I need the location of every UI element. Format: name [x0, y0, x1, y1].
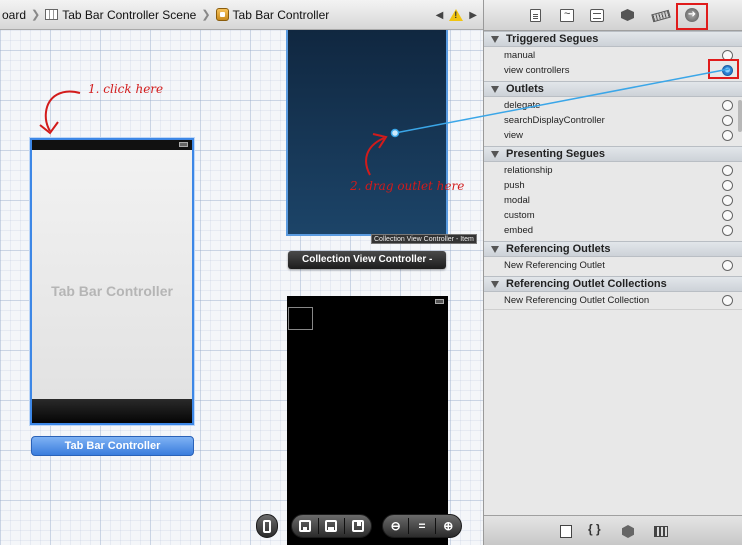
tab-bar-controller-placeholder-title: Tab Bar Controller: [51, 283, 173, 299]
annotation-drag-outlet-here: 2. drag outlet here: [350, 179, 465, 193]
library-selector-bar: { }: [484, 515, 742, 545]
object-library-icon[interactable]: [622, 525, 634, 538]
align-left-button[interactable]: [296, 518, 314, 534]
collection-view-controller-scene-label[interactable]: Collection View Controller -: [288, 251, 446, 269]
collection-view-controller-scene[interactable]: [286, 28, 448, 236]
segue-row-push: push: [484, 178, 742, 193]
section-triggered-segues[interactable]: Triggered Segues: [484, 31, 742, 47]
zoom-in-button[interactable]: ⊕: [439, 518, 457, 534]
segue-row-relationship: relationship: [484, 163, 742, 178]
identity-inspector-icon[interactable]: [590, 9, 604, 22]
connection-circle[interactable]: [722, 165, 733, 176]
iphone-icon: [263, 519, 271, 533]
zoom-controls: ⊖ = ⊕: [382, 514, 462, 538]
connection-circle[interactable]: [722, 115, 733, 126]
align-center-icon: [325, 520, 338, 532]
media-library-icon[interactable]: [654, 526, 668, 537]
inspector-scrollbar[interactable]: [738, 100, 742, 132]
separator: [434, 518, 436, 534]
outlet-row-delegate: delegate: [484, 98, 742, 113]
breadcrumb-separator-icon: ❯: [31, 9, 41, 21]
file-inspector-icon[interactable]: [530, 9, 541, 22]
layout-controls: [291, 514, 372, 538]
connection-circle[interactable]: [722, 195, 733, 206]
breadcrumb-storyboard[interactable]: oard: [0, 0, 28, 29]
outlet-row-view: view: [484, 128, 742, 143]
separator: [344, 518, 346, 534]
connection-circle[interactable]: [722, 100, 733, 111]
zoom-fit-icon: =: [418, 519, 426, 533]
breadcrumb-controller[interactable]: Tab Bar Controller: [214, 0, 332, 29]
segue-row-modal: modal: [484, 193, 742, 208]
section-presenting-segues[interactable]: Presenting Segues: [484, 146, 742, 162]
jump-bar-controls: ◀ ▶: [436, 0, 477, 30]
scene-icon: [45, 9, 59, 20]
connection-circle[interactable]: [722, 210, 733, 221]
drop-target-tooltip: Collection View Controller - Item: [371, 234, 477, 244]
utilities-inspector: ➜ Triggered Segues manual view controlle…: [483, 0, 742, 545]
jump-bar: oard ❯ Tab Bar Controller Scene ❯ Tab Ba…: [0, 0, 483, 30]
align-left-icon: [298, 520, 311, 532]
attributes-inspector-icon[interactable]: [621, 9, 634, 21]
code-snippet-library-icon[interactable]: { }: [588, 522, 606, 536]
zoom-out-icon: ⊖: [390, 519, 401, 533]
storyboard-canvas[interactable]: Tab Bar Controller Tab Bar Controller Co…: [0, 0, 483, 545]
zoom-fit-button[interactable]: =: [413, 518, 431, 534]
connections-inspector-highlight: [676, 3, 708, 30]
breadcrumb-scene[interactable]: Tab Bar Controller Scene: [43, 0, 198, 29]
section-referencing-outlet-collections[interactable]: Referencing Outlet Collections: [484, 276, 742, 292]
view-controller-icon: [215, 8, 229, 21]
connections-inspector: Triggered Segues manual view controllers…: [484, 31, 742, 515]
device-toggle-button[interactable]: [256, 514, 278, 538]
breadcrumb-separator-icon: ❯: [201, 9, 211, 21]
resize-icon: [352, 520, 365, 532]
collection-view-scene[interactable]: [287, 296, 448, 545]
segue-row-custom: custom: [484, 208, 742, 223]
file-template-library-icon[interactable]: [560, 525, 572, 538]
previous-issue-icon[interactable]: ◀: [436, 10, 444, 21]
segue-row-embed: embed: [484, 223, 742, 238]
section-referencing-outlets[interactable]: Referencing Outlets: [484, 241, 742, 257]
tab-bar-controller-scene[interactable]: Tab Bar Controller: [30, 138, 194, 425]
resize-button[interactable]: [349, 518, 367, 534]
connection-circle[interactable]: [722, 225, 733, 236]
separator: [408, 518, 410, 534]
connection-circle[interactable]: [722, 180, 733, 191]
annotation-click-here: 1. click here: [88, 82, 164, 96]
align-center-button[interactable]: [322, 518, 340, 534]
collection-view-cell[interactable]: [288, 307, 313, 330]
quick-help-icon[interactable]: [560, 8, 574, 22]
zoom-out-button[interactable]: ⊖: [387, 518, 405, 534]
tab-bar-controller-content: Tab Bar Controller: [32, 150, 192, 400]
size-inspector-icon[interactable]: [651, 9, 671, 23]
connection-circle[interactable]: [722, 260, 733, 271]
connection-circle[interactable]: [722, 295, 733, 306]
section-divider: [484, 309, 742, 310]
tab-bar: [32, 399, 192, 423]
battery-icon: [435, 299, 444, 304]
section-outlets[interactable]: Outlets: [484, 81, 742, 97]
zoom-in-icon: ⊕: [443, 519, 454, 533]
next-issue-icon[interactable]: ▶: [469, 10, 477, 21]
connection-row-manual: manual: [484, 48, 742, 63]
new-referencing-outlet-collection-row: New Referencing Outlet Collection: [484, 293, 742, 308]
status-bar: [32, 140, 192, 150]
inspector-selector-bar: ➜: [484, 0, 742, 31]
outlet-row-search-display-controller: searchDisplayController: [484, 113, 742, 128]
tab-bar-controller-scene-label[interactable]: Tab Bar Controller: [31, 436, 194, 456]
view-controllers-circle-highlight: [708, 59, 739, 79]
battery-icon: [179, 142, 188, 147]
separator: [317, 518, 319, 534]
connection-circle[interactable]: [722, 130, 733, 141]
new-referencing-outlet-row: New Referencing Outlet: [484, 258, 742, 273]
warning-icon[interactable]: [449, 9, 464, 21]
connection-row-view-controllers: view controllers: [484, 63, 742, 78]
